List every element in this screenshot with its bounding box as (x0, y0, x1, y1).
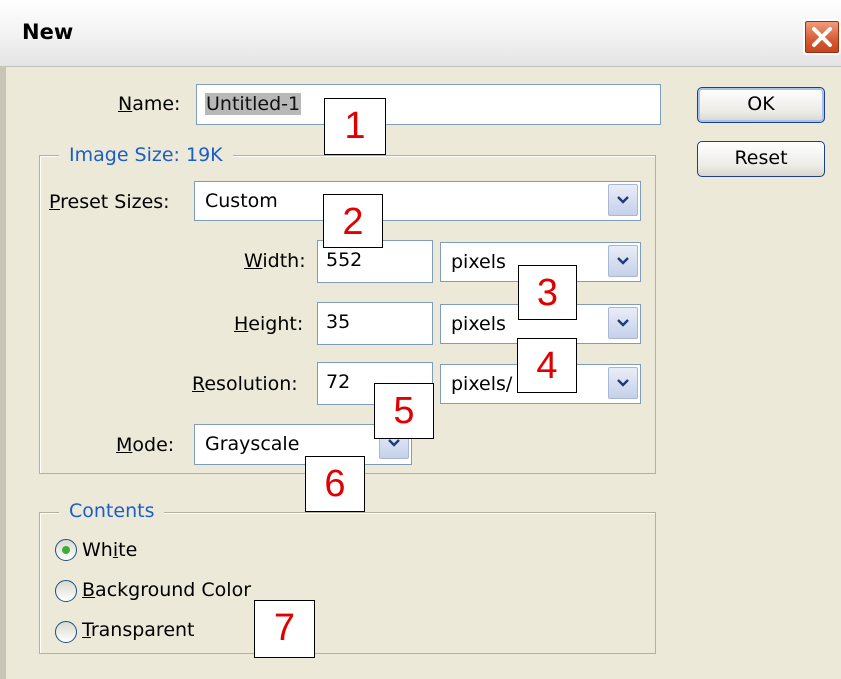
preset-sizes-value: Custom (205, 190, 278, 212)
radio-white[interactable] (55, 539, 77, 561)
height-value: 35 (326, 311, 351, 333)
resolution-value: 72 (326, 371, 351, 393)
title-bar[interactable]: New (0, 0, 841, 67)
new-document-dialog: New Name: Untitled-1 OK Reset Image Size… (0, 0, 841, 679)
callout-3: 3 (518, 265, 577, 320)
radio-background-color[interactable] (55, 580, 77, 602)
width-unit-arrow[interactable] (608, 245, 638, 277)
chevron-down-icon (617, 379, 629, 387)
callout-5: 5 (374, 383, 434, 439)
ok-button[interactable]: OK (697, 87, 825, 123)
image-size-group-title: Image Size: 19K (59, 144, 233, 166)
height-input[interactable]: 35 (317, 302, 433, 345)
preset-sizes-label: Preset Sizes: (49, 191, 170, 213)
radio-transparent-label[interactable]: Transparent (82, 619, 195, 641)
reset-button[interactable]: Reset (697, 141, 825, 177)
callout-4: 4 (517, 338, 577, 393)
callout-6: 6 (305, 456, 365, 512)
close-x-icon (812, 27, 832, 47)
callout-7: 7 (254, 600, 315, 658)
chevron-down-icon (617, 196, 629, 204)
name-value: Untitled-1 (205, 93, 302, 115)
resolution-unit-arrow[interactable] (608, 367, 638, 399)
height-unit-value: pixels (451, 313, 506, 335)
height-unit-arrow[interactable] (608, 307, 638, 339)
contents-group-title: Contents (59, 500, 165, 522)
radio-selected-dot (62, 546, 70, 554)
close-button[interactable] (803, 19, 841, 55)
chevron-down-icon (617, 257, 629, 265)
dialog-title: New (22, 20, 74, 44)
radio-transparent[interactable] (55, 621, 77, 643)
chevron-down-icon (617, 319, 629, 327)
callout-1: 1 (324, 98, 386, 155)
radio-background-color-label[interactable]: Background Color (82, 579, 251, 601)
mode-value: Grayscale (205, 433, 300, 455)
callout-2: 2 (323, 194, 383, 248)
height-label: Height: (234, 313, 304, 335)
mode-label: Mode: (116, 434, 175, 456)
width-value: 552 (326, 249, 363, 271)
resolution-label: Resolution: (192, 373, 298, 395)
resolution-unit-value: pixels/ (451, 373, 513, 395)
radio-white-label[interactable]: White (82, 539, 137, 561)
chevron-down-icon (388, 439, 400, 447)
preset-sizes-dropdown[interactable]: Custom (194, 181, 641, 221)
name-input[interactable]: Untitled-1 (196, 84, 661, 125)
width-unit-value: pixels (451, 251, 506, 273)
width-label: Width: (244, 250, 306, 272)
preset-sizes-arrow[interactable] (608, 184, 638, 216)
name-label: Name: (118, 93, 181, 115)
